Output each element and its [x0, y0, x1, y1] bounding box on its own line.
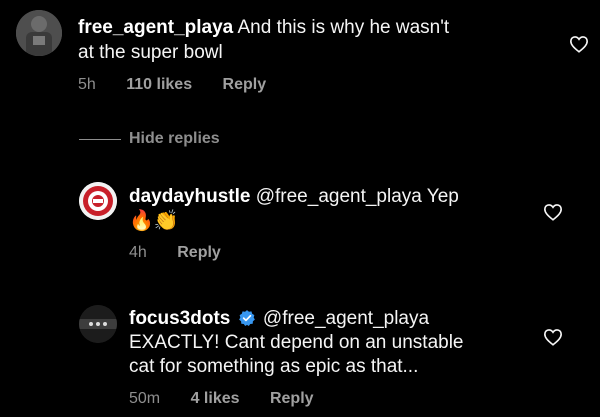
comment-likes-count[interactable]: 110 likes	[126, 76, 192, 93]
reply-2-meta: 50m 4 likes Reply	[129, 389, 340, 409]
reply-2-mention[interactable]: @free_agent_playa	[263, 308, 429, 329]
avatar-free-agent-playa[interactable]	[16, 10, 62, 56]
avatar-image	[16, 10, 62, 56]
reply-1-emojis: 🔥👏	[129, 210, 179, 232]
avatar-image	[79, 182, 117, 220]
verified-badge-icon	[238, 310, 255, 327]
reply-1-reply-button[interactable]: Reply	[177, 244, 221, 261]
reply-2-username[interactable]: focus3dots	[129, 308, 230, 329]
reply-1-text: daydayhustle @free_agent_playa Yep	[129, 185, 459, 209]
reply-2-reply-button[interactable]: Reply	[270, 390, 314, 407]
reply-1-username[interactable]: daydayhustle	[129, 186, 250, 207]
reply-2-text-line-2: EXACTLY! Cant depend on an unstable	[129, 331, 464, 355]
comment-username[interactable]: free_agent_playa	[78, 17, 233, 38]
hide-replies-button[interactable]: Hide replies	[129, 130, 220, 148]
comment-body-line-1: And this is why he wasn't	[237, 17, 450, 38]
reply-2-text-line-1: focus3dots @free_agent_playa	[129, 307, 429, 331]
reply-1-body: Yep	[426, 186, 459, 207]
heart-outline-icon[interactable]	[543, 203, 563, 221]
comment-meta: 5h 110 likes Reply	[78, 75, 292, 95]
comment-body-line-2: at the super bowl	[78, 42, 223, 63]
heart-outline-icon[interactable]	[543, 328, 563, 346]
comment-text-line-2: at the super bowl	[78, 41, 223, 65]
replies-divider	[79, 139, 121, 140]
reply-1-meta: 4h Reply	[129, 243, 247, 263]
comment-text-line-1: free_agent_playa And this is why he wasn…	[78, 16, 449, 40]
heart-outline-icon[interactable]	[569, 35, 589, 53]
reply-2-body-line-2: cat for something as epic as that...	[129, 356, 419, 377]
avatar-image	[79, 305, 117, 343]
reply-1-timestamp: 4h	[129, 244, 147, 261]
comment-reply-button[interactable]: Reply	[223, 76, 267, 93]
comment-timestamp: 5h	[78, 76, 96, 93]
reply-2-body-line-1: EXACTLY! Cant depend on an unstable	[129, 332, 464, 353]
avatar-daydayhustle[interactable]	[79, 182, 117, 220]
reply-1-mention[interactable]: @free_agent_playa	[256, 186, 422, 207]
reply-2-text-line-3: cat for something as epic as that...	[129, 355, 418, 379]
reply-2-likes-count[interactable]: 4 likes	[191, 390, 240, 407]
reply-2-timestamp: 50m	[129, 390, 161, 407]
avatar-focus3dots[interactable]	[79, 305, 117, 343]
